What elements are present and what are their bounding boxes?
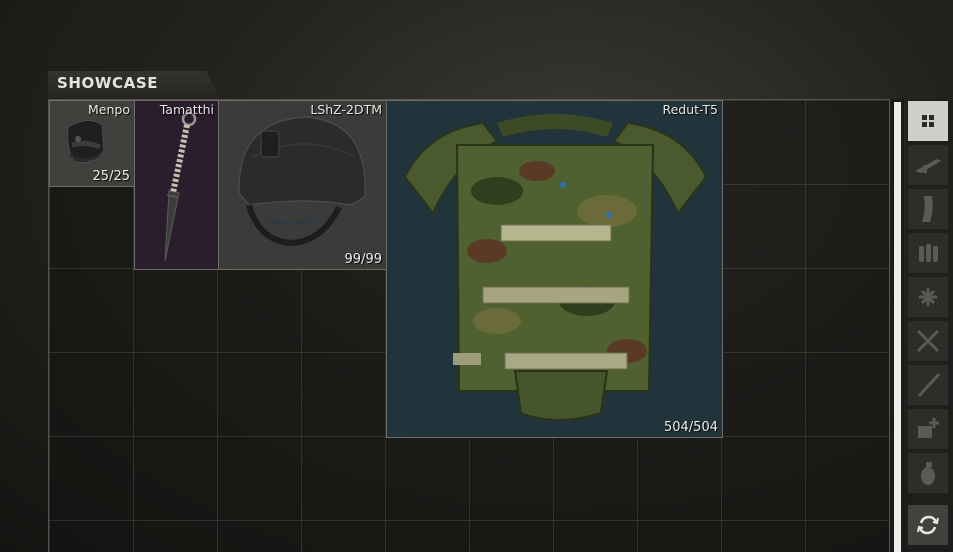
item-name: Redut-T5 xyxy=(662,102,718,117)
medical-icon xyxy=(918,418,939,438)
body-armor-icon xyxy=(403,114,708,421)
tab-melee[interactable] xyxy=(908,321,948,361)
grid-all-icon xyxy=(922,115,934,127)
showcase-header: SHOWCASE xyxy=(48,71,220,98)
gear-parts-icon xyxy=(919,288,937,306)
item-name: Tamatthi xyxy=(159,102,214,117)
item-durability: 99/99 xyxy=(344,252,382,267)
item-name: Menpo xyxy=(88,102,130,117)
tab-grenades[interactable] xyxy=(908,453,948,493)
tab-sort[interactable] xyxy=(908,505,948,545)
magazine-icon xyxy=(922,196,933,222)
grenade-icon xyxy=(921,462,935,485)
tab-ammo[interactable] xyxy=(908,233,948,273)
tab-magazines[interactable] xyxy=(908,189,948,229)
melee-cross-icon xyxy=(916,329,940,353)
knife-icon xyxy=(917,372,941,398)
helmet-icon xyxy=(238,116,366,247)
item-durability: 25/25 xyxy=(92,169,130,184)
showcase-title: SHOWCASE xyxy=(57,74,159,92)
rifle-icon xyxy=(915,159,941,173)
showcase-grid[interactable]: Menpo 25/25 Tamatthi LShZ-2DTM 99/99 Red… xyxy=(48,99,890,552)
tab-knives[interactable] xyxy=(908,365,948,405)
sort-refresh-icon xyxy=(917,515,939,535)
tab-rifles[interactable] xyxy=(908,145,948,185)
grid-scrollbar[interactable] xyxy=(891,99,904,552)
scroll-thumb[interactable] xyxy=(894,102,901,552)
item-redut-t5[interactable]: Redut-T5 504/504 xyxy=(386,100,723,438)
item-lshz-2dtm[interactable]: LShZ-2DTM 99/99 xyxy=(218,100,387,270)
item-tamatthi[interactable]: Tamatthi xyxy=(134,100,219,270)
ammo-icon xyxy=(919,244,938,262)
tab-gear-parts[interactable] xyxy=(908,277,948,317)
tab-medical[interactable] xyxy=(908,409,948,449)
tab-grid-all[interactable] xyxy=(908,101,948,141)
filter-tab-bar xyxy=(906,99,953,552)
item-durability: 504/504 xyxy=(663,420,718,435)
kunai-icon xyxy=(164,111,197,262)
item-menpo[interactable]: Menpo 25/25 xyxy=(49,100,135,187)
item-name: LShZ-2DTM xyxy=(310,102,382,117)
